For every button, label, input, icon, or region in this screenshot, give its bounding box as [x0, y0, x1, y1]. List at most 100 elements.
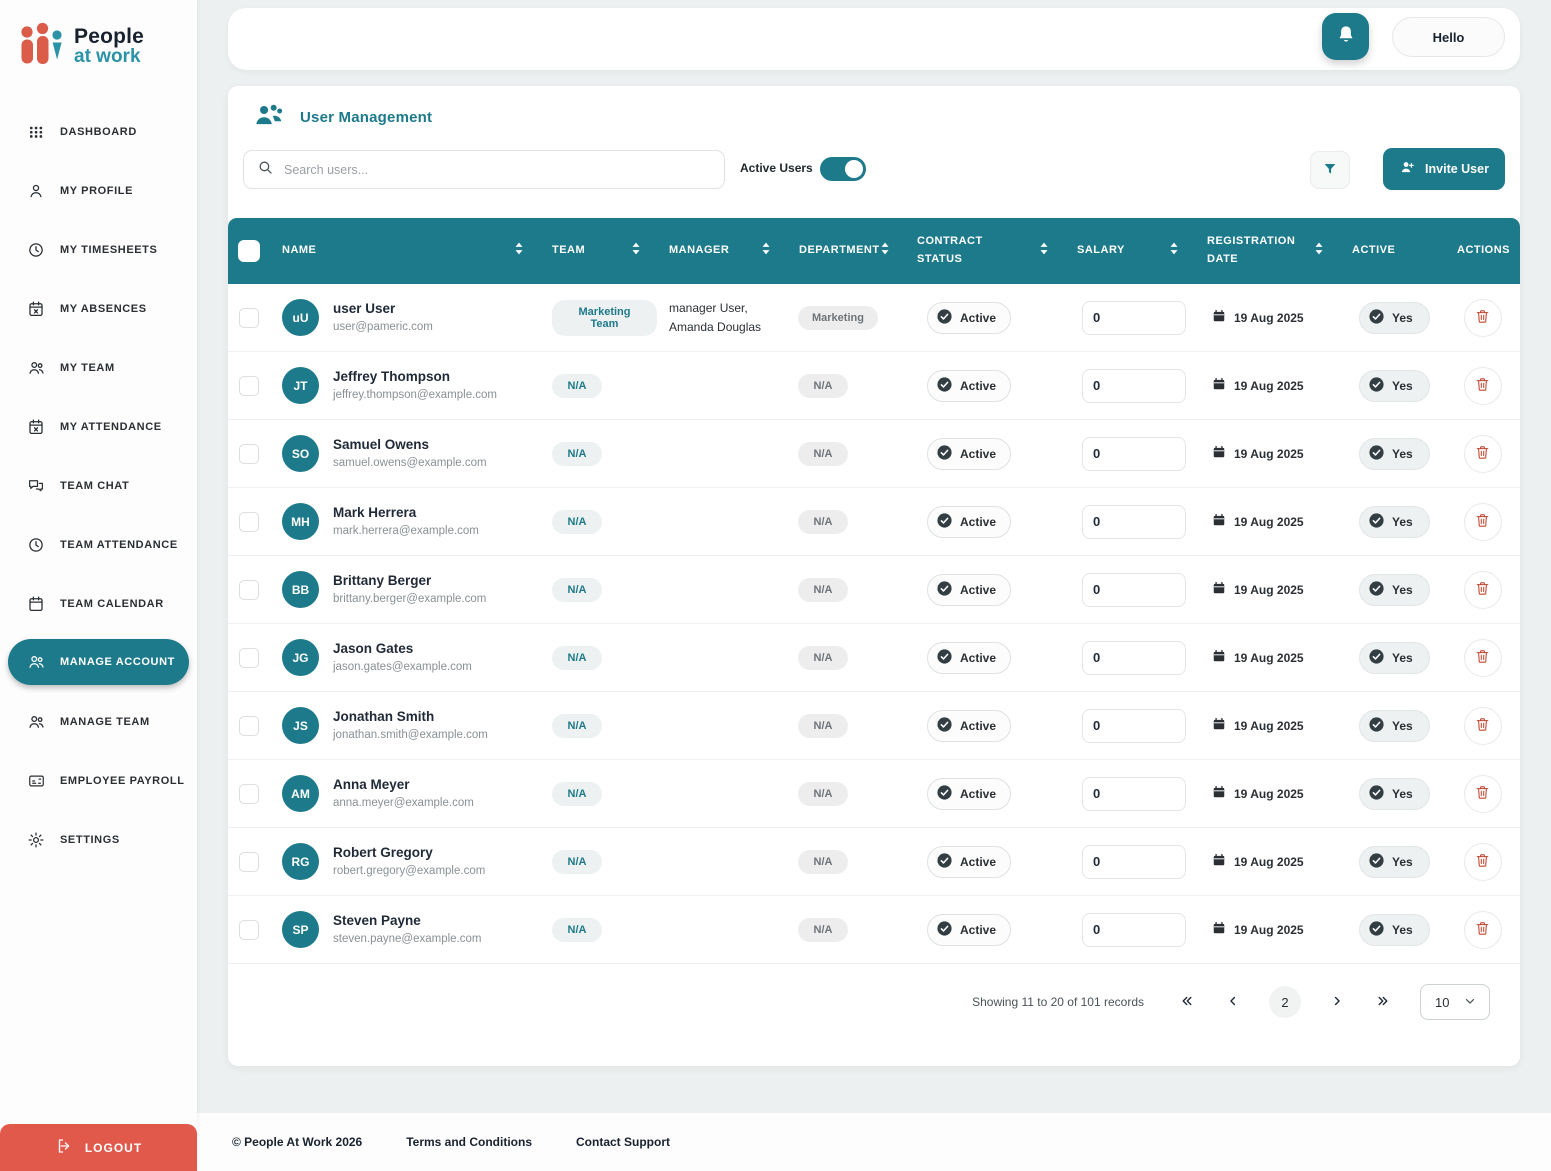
- check-circle-icon: [936, 852, 953, 872]
- row-checkbox[interactable]: [239, 444, 259, 464]
- sidebar-item-my-absences[interactable]: MY ABSENCES: [0, 279, 197, 338]
- row-checkbox[interactable]: [239, 512, 259, 532]
- salary-input[interactable]: [1082, 301, 1186, 335]
- column-header-name[interactable]: NAME: [270, 242, 540, 260]
- profile-greeting-button[interactable]: Hello: [1392, 17, 1505, 57]
- active-users-toggle[interactable]: [820, 157, 866, 181]
- delete-user-button[interactable]: [1464, 571, 1502, 609]
- sidebar-item-team-attendance[interactable]: TEAM ATTENDANCE: [0, 515, 197, 574]
- sort-icon[interactable]: [761, 242, 771, 260]
- sidebar-item-team-chat[interactable]: TEAM CHAT: [0, 456, 197, 515]
- page-title: User Management: [300, 109, 432, 126]
- logout-button[interactable]: LOGOUT: [0, 1124, 197, 1171]
- delete-user-button[interactable]: [1464, 775, 1502, 813]
- department-badge: N/A: [798, 442, 848, 466]
- page-size-select[interactable]: 10: [1420, 984, 1490, 1020]
- contract-status-badge: Active: [927, 642, 1011, 674]
- department-badge: N/A: [798, 714, 848, 738]
- salary-input[interactable]: [1082, 505, 1186, 539]
- delete-user-button[interactable]: [1464, 435, 1502, 473]
- sort-icon[interactable]: [631, 242, 641, 260]
- team-badge: Marketing Team: [552, 300, 657, 336]
- row-checkbox[interactable]: [239, 648, 259, 668]
- contract-status-label: Active: [960, 787, 996, 801]
- terms-link[interactable]: Terms and Conditions: [406, 1135, 532, 1149]
- contact-support-link[interactable]: Contact Support: [576, 1135, 670, 1149]
- delete-user-button[interactable]: [1464, 843, 1502, 881]
- team-badge: N/A: [552, 442, 602, 466]
- sidebar-item-manage-team[interactable]: MANAGE TEAM: [0, 692, 197, 751]
- search-input[interactable]: [284, 163, 724, 177]
- sort-icon[interactable]: [1039, 242, 1049, 260]
- logout-label: LOGOUT: [85, 1141, 142, 1155]
- row-checkbox[interactable]: [239, 852, 259, 872]
- delete-user-button[interactable]: [1464, 503, 1502, 541]
- delete-user-button[interactable]: [1464, 367, 1502, 405]
- sidebar-item-my-team[interactable]: MY TEAM: [0, 338, 197, 397]
- sidebar-item-dashboard[interactable]: DASHBOARD: [0, 102, 197, 161]
- delete-user-button[interactable]: [1464, 639, 1502, 677]
- column-header-contract-status[interactable]: CONTRACT STATUS: [905, 233, 1065, 268]
- sidebar-item-manage-account[interactable]: MANAGE ACCOUNT: [8, 639, 189, 685]
- select-all-checkbox[interactable]: [238, 240, 260, 262]
- sidebar-item-my-profile[interactable]: MY PROFILE: [0, 161, 197, 220]
- salary-input[interactable]: [1082, 845, 1186, 879]
- column-label: REGISTRATION DATE: [1207, 233, 1295, 268]
- contract-status-badge: Active: [927, 574, 1011, 606]
- column-header-team[interactable]: TEAM: [540, 242, 657, 260]
- team-badge: N/A: [552, 714, 602, 738]
- sidebar-item-my-attendance[interactable]: MY ATTENDANCE: [0, 397, 197, 456]
- active-badge: Yes: [1359, 846, 1430, 878]
- row-checkbox[interactable]: [239, 716, 259, 736]
- check-circle-icon: [936, 784, 953, 804]
- user-name: Anna Meyer: [333, 775, 474, 795]
- last-page-button[interactable]: [1373, 992, 1393, 1013]
- user-name: Samuel Owens: [333, 435, 487, 455]
- sort-icon[interactable]: [514, 242, 524, 260]
- sidebar-item-team-calendar[interactable]: TEAM CALENDAR: [0, 574, 197, 633]
- salary-input[interactable]: [1082, 777, 1186, 811]
- delete-user-button[interactable]: [1464, 299, 1502, 337]
- pagination: Showing 11 to 20 of 101 records 2 10: [972, 984, 1490, 1020]
- salary-input[interactable]: [1082, 913, 1186, 947]
- column-header-salary[interactable]: SALARY: [1065, 242, 1195, 260]
- salary-input[interactable]: [1082, 437, 1186, 471]
- delete-user-button[interactable]: [1464, 707, 1502, 745]
- user-name: Mark Herrera: [333, 503, 479, 523]
- user-plus-icon: [1399, 159, 1416, 179]
- sidebar-item-settings[interactable]: SETTINGS: [0, 810, 197, 869]
- contract-status-badge: Active: [927, 438, 1011, 470]
- contract-status-label: Active: [960, 651, 996, 665]
- column-header-department[interactable]: DEPARTMENT: [787, 242, 905, 260]
- invite-user-button[interactable]: Invite User: [1383, 148, 1505, 190]
- contract-status-label: Active: [960, 855, 996, 869]
- next-page-button[interactable]: [1328, 992, 1346, 1013]
- delete-user-button[interactable]: [1464, 911, 1502, 949]
- salary-input[interactable]: [1082, 641, 1186, 675]
- first-page-button[interactable]: [1177, 992, 1197, 1013]
- row-checkbox[interactable]: [239, 784, 259, 804]
- sort-icon[interactable]: [1169, 242, 1179, 260]
- users-icon: [26, 358, 46, 378]
- salary-input[interactable]: [1082, 573, 1186, 607]
- salary-input[interactable]: [1082, 709, 1186, 743]
- salary-input[interactable]: [1082, 369, 1186, 403]
- row-checkbox[interactable]: [239, 308, 259, 328]
- sidebar-item-my-timesheets[interactable]: MY TIMESHEETS: [0, 220, 197, 279]
- contract-status-label: Active: [960, 515, 996, 529]
- current-page-button[interactable]: 2: [1269, 986, 1301, 1018]
- trash-icon: [1474, 580, 1491, 600]
- row-checkbox[interactable]: [239, 920, 259, 940]
- check-circle-icon: [936, 648, 953, 668]
- sort-icon[interactable]: [1314, 242, 1324, 260]
- column-header-registration-date[interactable]: REGISTRATION DATE: [1195, 233, 1340, 268]
- row-checkbox[interactable]: [239, 376, 259, 396]
- filter-button[interactable]: [1310, 151, 1350, 189]
- notifications-button[interactable]: [1322, 13, 1369, 60]
- contract-status-badge: Active: [927, 710, 1011, 742]
- previous-page-button[interactable]: [1224, 992, 1242, 1013]
- sort-icon[interactable]: [880, 242, 890, 260]
- sidebar-item-employee-payroll[interactable]: EMPLOYEE PAYROLL: [0, 751, 197, 810]
- row-checkbox[interactable]: [239, 580, 259, 600]
- column-header-manager[interactable]: MANAGER: [657, 242, 787, 260]
